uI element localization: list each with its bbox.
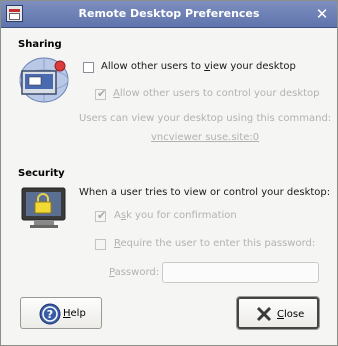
remote-desktop-icon — [19, 57, 69, 103]
security-prompt: When a user tries to view or control you… — [79, 187, 331, 198]
allow-view-text-a: Allow other users to — [101, 61, 205, 72]
close-mnemonic: C — [277, 309, 284, 320]
help-icon: ? — [39, 303, 61, 325]
ask-text-b: k you for confirmation — [126, 210, 237, 221]
ask-confirmation-checkbox[interactable]: ✔ — [95, 209, 106, 222]
allow-control-checkbox[interactable]: ✔ — [95, 87, 106, 100]
password-text-b: assword: — [114, 267, 160, 278]
preferences-window: Remote Desktop Preferences ✕ Sharing All… — [0, 0, 338, 346]
close-window-icon[interactable]: ✕ — [314, 6, 330, 22]
monitor-lock-icon — [21, 187, 66, 228]
title-bar: Remote Desktop Preferences ✕ — [1, 1, 337, 28]
allow-view-checkbox[interactable] — [83, 62, 94, 73]
window-title: Remote Desktop Preferences — [78, 7, 260, 20]
require-password-checkbox[interactable] — [95, 239, 106, 250]
sharing-heading: Sharing — [18, 39, 62, 50]
password-label: Password: — [109, 267, 159, 278]
close-button[interactable]: Close — [236, 296, 320, 330]
close-label: lose — [283, 309, 305, 320]
require-password-label: Require the user to enter this password: — [114, 238, 315, 249]
help-label: elp — [70, 308, 86, 319]
command-info-text: Users can view your desktop using this c… — [79, 113, 332, 124]
help-button[interactable]: ? Help — [20, 297, 102, 329]
close-x-icon — [256, 306, 272, 322]
vnc-command-link[interactable]: vncviewer suse.site:0 — [151, 132, 259, 143]
allow-control-label: Allow other users to control your deskto… — [113, 88, 320, 99]
security-heading: Security — [18, 168, 65, 179]
allow-control-mnemonic: A — [113, 88, 120, 99]
allow-view-label[interactable]: Allow other users to view your desktop — [101, 61, 296, 72]
svg-text:?: ? — [47, 308, 53, 321]
password-field[interactable] — [162, 262, 319, 283]
require-text-b: equire the user to enter this password: — [120, 238, 316, 249]
allow-control-text-b: llow other users to control your desktop — [119, 88, 320, 99]
ask-text-a: A — [114, 210, 121, 221]
allow-view-text-b: iew your desktop — [210, 61, 296, 72]
ask-confirmation-label: Ask you for confirmation — [114, 210, 237, 221]
help-mnemonic: H — [63, 308, 71, 319]
